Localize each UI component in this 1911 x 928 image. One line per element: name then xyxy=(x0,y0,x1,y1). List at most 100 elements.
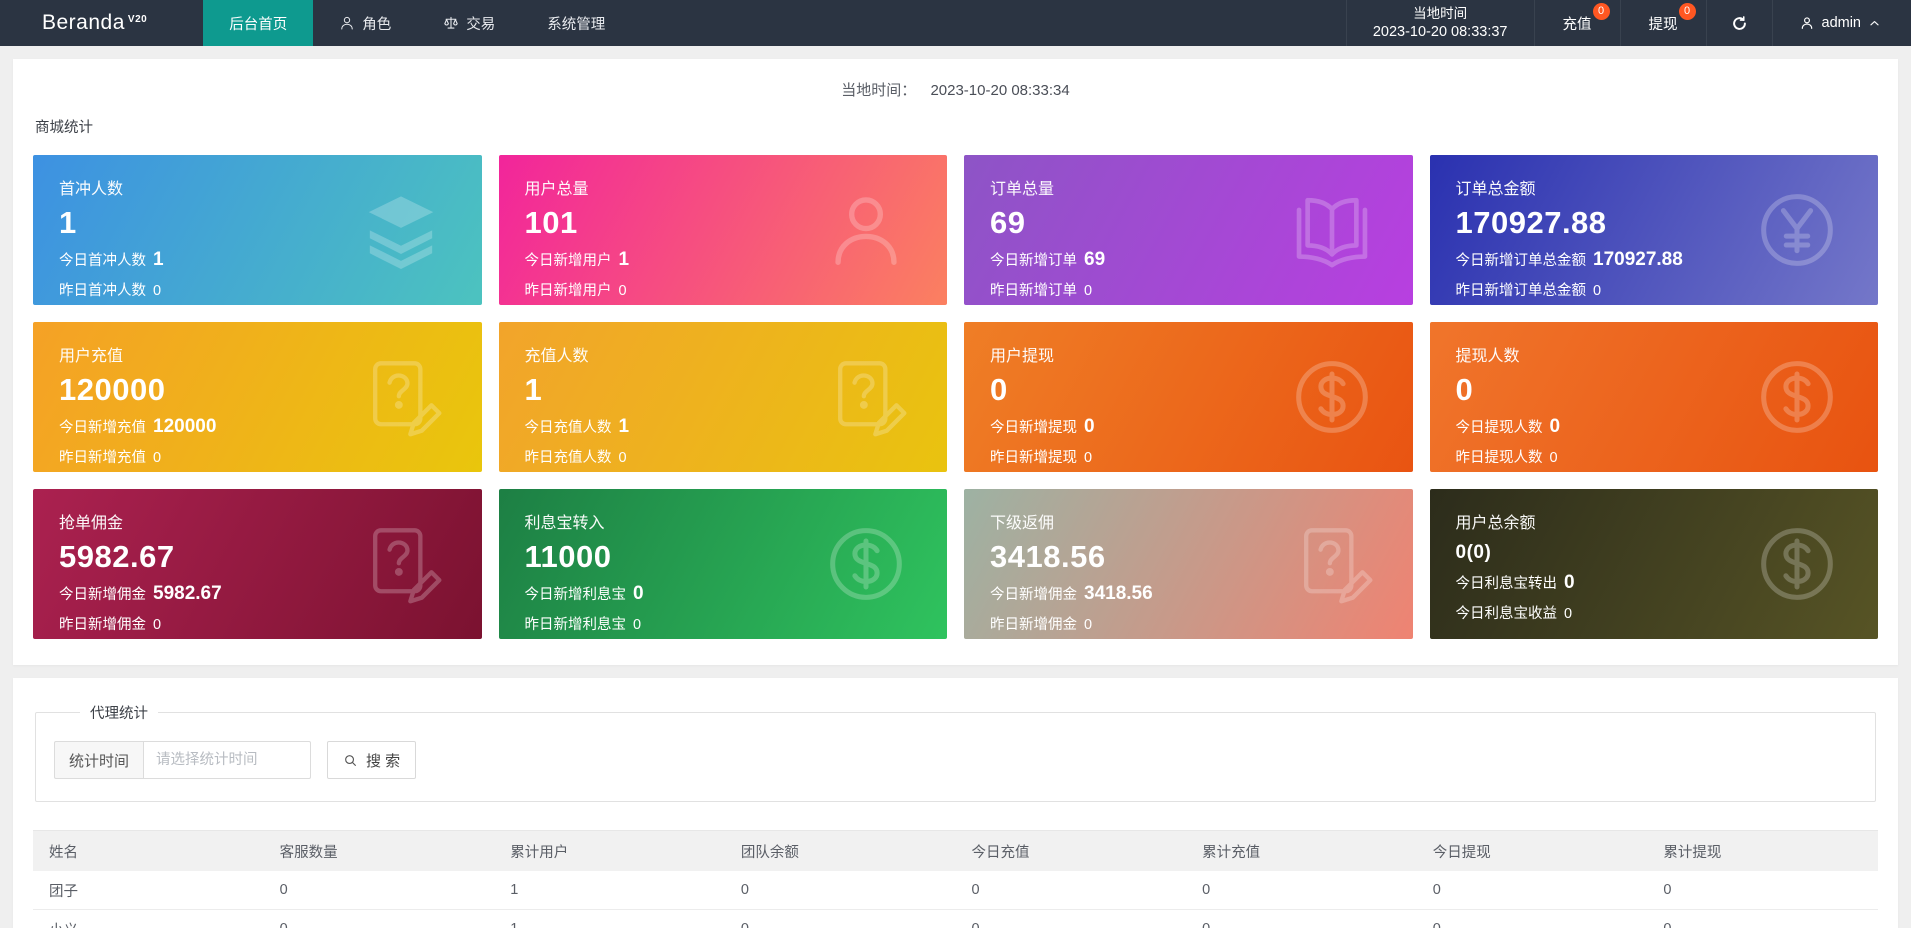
brand-logo: Beranda V20 xyxy=(0,0,203,46)
local-time-value: 2023-10-20 08:33:37 xyxy=(1372,24,1508,40)
agent-filter-row: 统计时间 搜 索 xyxy=(54,741,1857,779)
table-cell: 0 xyxy=(725,921,956,928)
search-button[interactable]: 搜 索 xyxy=(327,741,417,779)
layers-icon xyxy=(358,187,444,273)
dollar-icon xyxy=(823,521,909,607)
table-row: 团子 0 1 0 0 0 0 0 xyxy=(33,871,1878,910)
card-yesterday-value: 0 xyxy=(153,283,162,299)
card-yesterday-label: 昨日新增佣金 xyxy=(59,617,146,633)
card-yesterday-value: 0 xyxy=(618,283,627,299)
table-cell: 0 xyxy=(279,882,288,898)
content-time-label: 当地时间： xyxy=(841,82,917,99)
card-today-label: 今日新增佣金 xyxy=(990,587,1077,603)
agent-section-title: 代理统计 xyxy=(90,706,148,722)
card-today-value: 120000 xyxy=(153,416,217,437)
stat-card: 订单总金额 170927.88 今日新增订单总金额 170927.88 昨日新增订… xyxy=(1429,155,1878,305)
card-yesterday-label: 昨日充值人数 xyxy=(524,450,612,466)
stat-card: 充值人数 1 今日充值人数 1 昨日充值人数 0 xyxy=(498,322,947,472)
withdraw-button[interactable]: 提现 0 xyxy=(1619,0,1706,46)
search-button-label: 搜 索 xyxy=(366,752,401,770)
nav-item-角色[interactable]: 角色 xyxy=(313,0,417,46)
brand-version: V20 xyxy=(127,13,148,25)
table-cell: 1 xyxy=(494,921,725,928)
stat-card: 首冲人数 1 今日首冲人数 1 昨日首冲人数 0 xyxy=(33,155,482,305)
withdraw-badge: 0 xyxy=(1678,3,1696,20)
card-yesterday-value: 0 xyxy=(1564,606,1573,622)
card-today-value: 1 xyxy=(153,249,164,270)
table-cell: 0 xyxy=(1432,882,1441,898)
stat-card: 利息宝转入 11000 今日新增利息宝 0 昨日新增利息宝 0 xyxy=(498,489,947,639)
agent-table: 姓名 客服数量 累计用户 团队余额 今日充值 累计充值 今日提现 累计提现 团子 0 1 0 0 0 0 0… xyxy=(33,830,1878,928)
card-today-value: 3418.56 xyxy=(1084,583,1153,604)
stat-card: 下级返佣 3418.56 今日新增佣金 3418.56 昨日新增佣金 0 xyxy=(964,489,1413,639)
nav-item-系统管理[interactable]: 系统管理 xyxy=(521,0,631,46)
card-yesterday-value: 0 xyxy=(1593,283,1602,299)
user-icon xyxy=(823,187,909,273)
content-time-value: 2023-10-20 08:33:34 xyxy=(930,82,1070,99)
stats-grid: 首冲人数 1 今日首冲人数 1 昨日首冲人数 0 用户总量 101 今日新增用户 1 … xyxy=(33,155,1878,639)
table-body: 团子0100000小义0100000小洋0100000 xyxy=(33,871,1878,928)
agent-panel: 代理统计 统计时间 搜 索 姓名 客服数量 累计用户 团队余额 今日充值 累计充值 今日提现… xyxy=(13,678,1898,928)
card-today-value: 1 xyxy=(618,416,630,437)
stats-section-title: 商城统计 xyxy=(35,120,93,136)
column-header: 累计充值 xyxy=(1202,844,1261,861)
stat-time-input[interactable] xyxy=(143,741,312,779)
scale-icon xyxy=(443,15,459,31)
nav-item-后台首页[interactable]: 后台首页 xyxy=(203,0,314,46)
table-cell: 0 xyxy=(1202,882,1211,898)
card-today-label: 今日利息宝转出 xyxy=(1455,576,1558,592)
table-cell: 0 xyxy=(1663,882,1672,898)
card-yesterday-label: 昨日新增佣金 xyxy=(990,617,1077,633)
table-cell: 0 xyxy=(1647,921,1878,928)
search-icon xyxy=(343,753,358,768)
table-header-row: 姓名 客服数量 累计用户 团队余额 今日充值 累计充值 今日提现 累计提现 xyxy=(33,831,1878,871)
doc-icon xyxy=(358,521,444,607)
column-header: 团队余额 xyxy=(740,844,799,861)
card-yesterday-label: 昨日新增订单 xyxy=(990,283,1077,299)
card-today-label: 今日新增佣金 xyxy=(59,587,146,603)
card-yesterday-value: 0 xyxy=(633,617,642,633)
card-yesterday-value: 0 xyxy=(618,450,627,466)
user-menu[interactable]: admin xyxy=(1771,0,1911,46)
refresh-icon xyxy=(1731,15,1748,32)
yen-icon xyxy=(1754,187,1840,273)
stat-card: 抢单佣金 5982.67 今日新增佣金 5982.67 昨日新增佣金 0 xyxy=(33,489,482,639)
card-today-value: 1 xyxy=(618,249,630,270)
stat-time-label: 统计时间 xyxy=(54,741,144,779)
table-cell: 团子 xyxy=(49,883,78,900)
local-time-label: 当地时间 xyxy=(1413,6,1468,21)
card-yesterday-label: 昨日新增利息宝 xyxy=(524,617,627,633)
card-today-value: 170927.88 xyxy=(1593,249,1683,270)
card-yesterday-value: 0 xyxy=(1549,450,1558,466)
nav-item-交易[interactable]: 交易 xyxy=(417,0,521,46)
card-today-label: 今日提现人数 xyxy=(1455,420,1543,436)
withdraw-label: 提现 xyxy=(1648,16,1678,33)
doc-icon xyxy=(1289,521,1375,607)
column-header: 累计提现 xyxy=(1663,844,1722,861)
recharge-button[interactable]: 充值 0 xyxy=(1533,0,1620,46)
column-header: 客服数量 xyxy=(279,844,338,861)
card-yesterday-label: 昨日新增订单总金额 xyxy=(1455,283,1587,299)
card-today-value: 0 xyxy=(1564,572,1575,593)
card-today-value: 0 xyxy=(633,583,644,604)
dollar-icon xyxy=(1754,521,1840,607)
stat-card: 用户提现 0 今日新增提现 0 昨日新增提现 0 xyxy=(964,322,1413,472)
column-header: 今日充值 xyxy=(971,844,1030,861)
brand-name: Beranda xyxy=(42,11,125,34)
table-cell: 0 xyxy=(956,921,1187,928)
card-yesterday-value: 0 xyxy=(153,450,162,466)
refresh-button[interactable] xyxy=(1705,0,1772,46)
card-yesterday-value: 0 xyxy=(1084,617,1093,633)
table-cell: 0 xyxy=(971,882,980,898)
navbar-right: 当地时间 2023-10-20 08:33:37 充值 0 提现 0 admin xyxy=(1345,0,1911,46)
column-header: 累计用户 xyxy=(510,844,569,861)
recharge-badge: 0 xyxy=(1592,3,1610,20)
card-today-value: 69 xyxy=(1084,249,1106,270)
agent-fieldset: 代理统计 统计时间 搜 索 xyxy=(35,702,1876,802)
dollar-icon xyxy=(1754,354,1840,440)
navbar-local-time: 当地时间 2023-10-20 08:33:37 xyxy=(1345,0,1534,46)
doc-icon xyxy=(358,354,444,440)
card-today-label: 今日首冲人数 xyxy=(59,253,146,269)
username: admin xyxy=(1821,15,1862,31)
column-header: 姓名 xyxy=(49,844,78,861)
